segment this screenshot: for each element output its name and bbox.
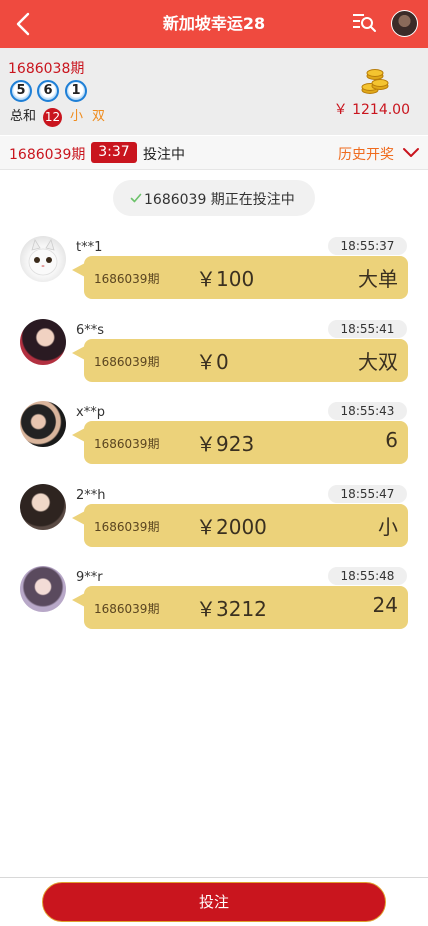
sum-size-label: 小 — [70, 109, 84, 124]
bet-time: 18:55:48 — [328, 567, 407, 585]
bet-message: x**p 18:55:43 1686039期 ￥923 6 — [0, 401, 428, 479]
bet-bubble: 1686039期 ￥923 6 — [84, 421, 408, 464]
sum-label: 总和 — [10, 109, 37, 124]
place-bet-button[interactable]: 投注 — [42, 882, 386, 922]
top-header: 新加坡幸运28 — [0, 0, 428, 48]
bet-message: 6**s 18:55:41 1686039期 ￥0 大双 — [0, 319, 428, 397]
sum-value-badge: 12 — [43, 108, 62, 127]
list-search-icon — [353, 14, 376, 32]
bet-bubble: 1686039期 ￥3212 24 — [84, 586, 408, 629]
bet-username: 9**r — [76, 570, 103, 585]
bet-time: 18:55:47 — [328, 485, 407, 503]
bet-username: 2**h — [76, 488, 106, 503]
bet-username: t**1 — [76, 240, 103, 255]
account-balance: ￥ 1214.00 — [333, 102, 410, 118]
notice-text: 1686039 期正在投注中 — [144, 192, 295, 208]
bet-amount: ￥0 — [196, 350, 229, 374]
bet-amount: ￥100 — [196, 267, 255, 291]
chevron-down-icon[interactable] — [402, 146, 420, 160]
avatar[interactable] — [20, 566, 66, 612]
bet-amount: ￥3212 — [196, 597, 267, 621]
avatar[interactable] — [20, 484, 66, 530]
bet-bubble: 1686039期 ￥100 大单 — [84, 256, 408, 299]
footer-divider — [0, 877, 428, 878]
bet-bubble: 1686039期 ￥2000 小 — [84, 504, 408, 547]
betting-notice: 1686039 期正在投注中 — [113, 180, 315, 216]
last-period-label: 1686038期 — [8, 61, 85, 77]
check-icon — [130, 193, 142, 203]
bet-bubble: 1686039期 ￥0 大双 — [84, 339, 408, 382]
avatar[interactable] — [20, 236, 66, 282]
betting-status: 投注中 — [143, 147, 185, 163]
bet-period: 1686039期 — [94, 602, 160, 616]
bet-username: 6**s — [76, 323, 105, 338]
bet-message: 9**r 18:55:48 1686039期 ￥3212 24 — [0, 566, 428, 644]
result-ball: 6 — [37, 80, 59, 102]
bet-time: 18:55:43 — [328, 402, 407, 420]
bet-choice: 大双 — [358, 350, 398, 374]
bet-choice: 小 — [378, 515, 398, 539]
avatar[interactable] — [391, 10, 418, 37]
bet-choice: 24 — [372, 593, 398, 617]
draw-history-link[interactable]: 历史开奖 — [338, 144, 394, 164]
avatar[interactable] — [20, 401, 66, 447]
bet-time: 18:55:37 — [328, 237, 407, 255]
result-ball: 1 — [65, 80, 87, 102]
filter-menu-button[interactable] — [350, 10, 378, 36]
bet-message: t**1 18:55:37 1686039期 ￥100 大单 — [0, 236, 428, 314]
current-period-label: 1686039期 — [9, 147, 86, 163]
cat-avatar-icon — [28, 239, 58, 276]
sum-parity-label: 双 — [92, 109, 106, 124]
bet-period: 1686039期 — [94, 355, 160, 369]
bet-period: 1686039期 — [94, 520, 160, 534]
bet-choice: 大单 — [358, 267, 398, 291]
bet-username: x**p — [76, 405, 105, 420]
bet-amount: ￥2000 — [196, 515, 267, 539]
current-period-bar: 1686039期 3:37 投注中 历史开奖 — [0, 136, 428, 170]
bet-period: 1686039期 — [94, 437, 160, 451]
countdown-timer: 3:37 — [91, 142, 137, 163]
coin-stack-icon — [361, 69, 389, 94]
avatar[interactable] — [20, 319, 66, 365]
result-ball: 5 — [10, 80, 32, 102]
bet-message: 2**h 18:55:47 1686039期 ￥2000 小 — [0, 484, 428, 562]
bet-amount: ￥923 — [196, 432, 255, 456]
bet-choice: 6 — [385, 428, 398, 452]
bet-time: 18:55:41 — [328, 320, 407, 338]
bet-period: 1686039期 — [94, 272, 160, 286]
